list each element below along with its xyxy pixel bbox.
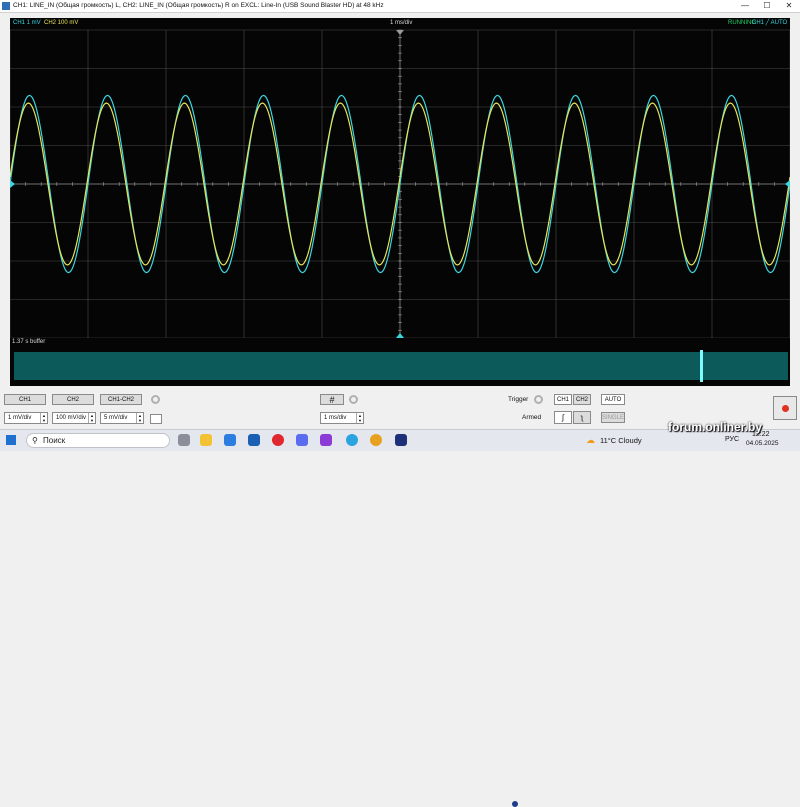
ch1-button[interactable]: CH1 — [4, 394, 46, 405]
outlook-icon[interactable] — [248, 434, 260, 446]
spinner-arrows-icon[interactable]: ▲ ▼ — [40, 413, 47, 423]
ch1-scale-value: 1 mV/div — [8, 415, 32, 421]
ch1-scale-readout: CH1 1 mV — [13, 20, 41, 26]
grid-toggle-button[interactable]: # — [320, 394, 344, 405]
trigger-readout: CH1 ╱ AUTO — [752, 20, 788, 26]
close-button[interactable]: ✕ — [779, 0, 799, 12]
clock-date[interactable]: 04.05.2025 — [746, 440, 779, 447]
record-icon — [782, 405, 789, 412]
spinner-arrows-icon[interactable]: ▲ ▼ — [136, 413, 143, 423]
forum-watermark: forum.onliner.by — [668, 420, 763, 434]
timebase-value: 1 ms/div — [324, 415, 347, 421]
armed-label: Armed — [522, 414, 542, 421]
windows-start-icon[interactable] — [6, 435, 16, 445]
ch1-offset-marker-icon — [10, 180, 15, 188]
ch2-scale-value: 100 mV/div — [56, 415, 87, 421]
buffer-overview[interactable]: 1.37 s buffer — [10, 338, 790, 386]
trigger-label: Trigger — [508, 396, 529, 403]
spinner-arrows-icon[interactable]: ▲ ▼ — [356, 413, 363, 423]
armed-indicator-icon — [512, 801, 518, 807]
app-icon[interactable] — [320, 434, 332, 446]
oscilloscope-display[interactable]: CH1 1 mV CH2 100 mV 1 ms/div RUNNING CH1… — [10, 18, 790, 338]
opera-browser-icon[interactable] — [272, 434, 284, 446]
task-view-icon[interactable] — [178, 434, 190, 446]
window-title: CH1: LINE_IN (Общая громкость) L, CH2: L… — [13, 2, 384, 9]
spinner-arrows-icon[interactable]: ▲ ▼ — [88, 413, 95, 423]
minimize-button[interactable]: — — [735, 0, 755, 12]
language-indicator[interactable]: РУС — [725, 436, 739, 443]
math-scale-spinner[interactable]: 5 mV/div ▲ ▼ — [100, 412, 144, 424]
file-explorer-icon[interactable] — [200, 434, 212, 446]
maximize-button[interactable]: ☐ — [757, 0, 777, 12]
ch1-ch2-button[interactable]: CH1-CH2 — [100, 394, 142, 405]
chrome-browser-icon[interactable] — [370, 434, 382, 446]
weather-icon: ☁ — [586, 435, 595, 445]
title-bar: CH1: LINE_IN (Общая громкость) L, CH2: L… — [0, 0, 800, 13]
screenshot-icon[interactable] — [150, 414, 162, 424]
buffer-label: 1.37 s buffer — [12, 339, 46, 345]
edge-browser-icon[interactable] — [224, 434, 236, 446]
ch2-scale-spinner[interactable]: 100 mV/div ▲ ▼ — [52, 412, 96, 424]
taskbar-search-input[interactable]: ⚲ Поиск — [26, 433, 170, 448]
single-trigger-button[interactable]: SINGLE — [601, 412, 625, 423]
telegram-icon[interactable] — [346, 434, 358, 446]
trigger-level-marker-icon — [785, 180, 790, 188]
ch2-button[interactable]: CH2 — [52, 394, 94, 405]
record-button[interactable] — [773, 396, 797, 420]
search-icon: ⚲ — [32, 436, 38, 445]
buffer-position-handle[interactable] — [700, 350, 703, 382]
trigger-settings-gear-icon[interactable] — [534, 395, 543, 404]
waveform-plot — [10, 29, 790, 338]
trigger-ch1-button[interactable]: CH1 — [554, 394, 572, 405]
buffer-waveform-strip — [14, 352, 788, 380]
time-center-marker-icon — [396, 30, 404, 35]
app-icon[interactable] — [296, 434, 308, 446]
math-scale-value: 5 mV/div — [104, 415, 128, 421]
oscilloscope-app-icon[interactable] — [395, 434, 407, 446]
weather-readout[interactable]: 11°C Cloudy — [600, 436, 642, 445]
rising-edge-icon[interactable]: ∫ — [554, 411, 572, 424]
trigger-ch2-button[interactable]: CH2 — [573, 394, 591, 405]
search-placeholder: Поиск — [43, 436, 66, 445]
math-settings-gear-icon[interactable] — [151, 395, 160, 404]
timebase-readout: 1 ms/div — [390, 20, 413, 26]
timebase-spinner[interactable]: 1 ms/div ▲ ▼ — [320, 412, 364, 424]
falling-edge-icon[interactable]: ʅ — [573, 411, 591, 424]
ch2-scale-readout: CH2 100 mV — [44, 20, 79, 26]
app-icon — [2, 2, 10, 10]
display-settings-gear-icon[interactable] — [349, 395, 358, 404]
ch1-scale-spinner[interactable]: 1 mV/div ▲ ▼ — [4, 412, 48, 424]
auto-trigger-button[interactable]: AUTO — [601, 394, 625, 405]
